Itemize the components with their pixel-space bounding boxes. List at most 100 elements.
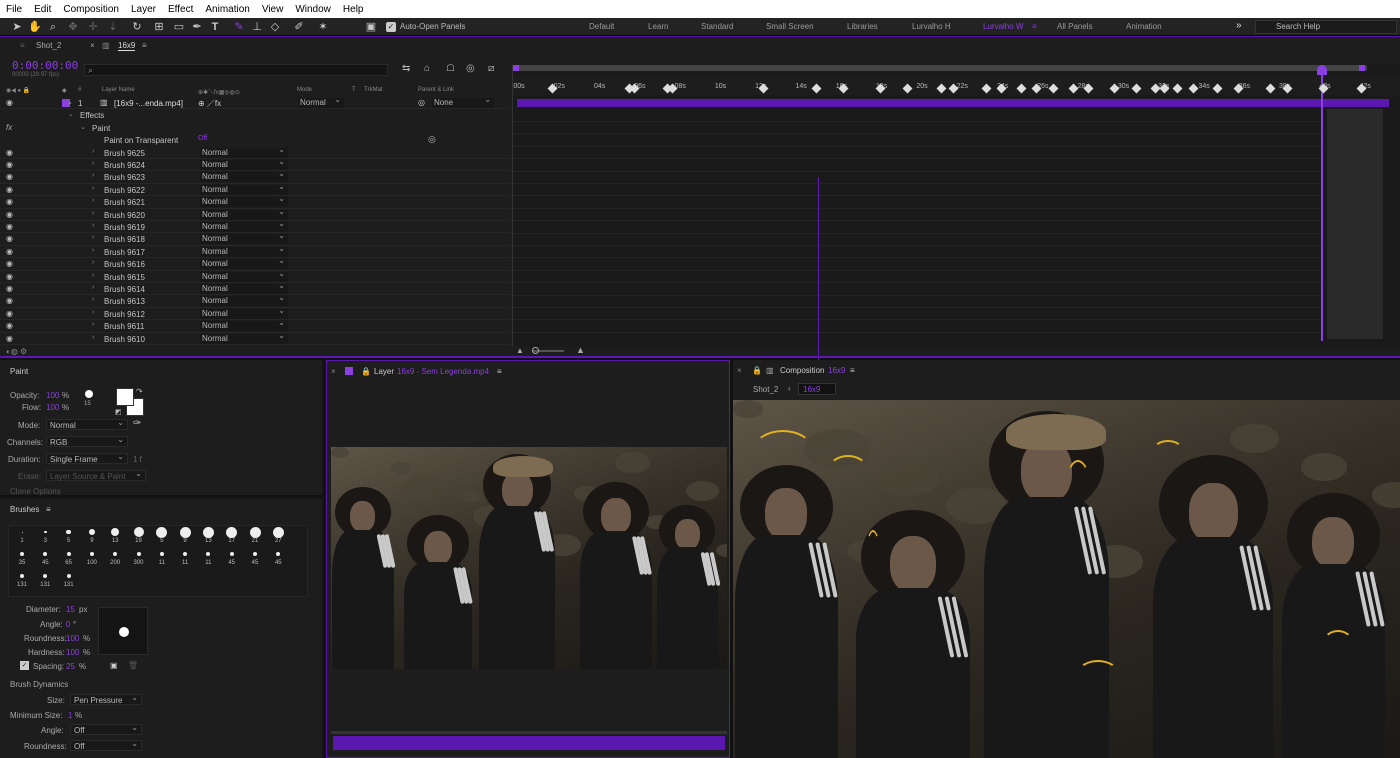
brush-name[interactable]: Brush 9611 xyxy=(104,322,144,331)
expand-icon[interactable]: › xyxy=(92,309,94,316)
brush-tip[interactable] xyxy=(66,552,71,556)
orbit-tool-icon[interactable]: ✥ xyxy=(66,20,80,34)
pen-tool-icon[interactable]: ✒ xyxy=(190,20,204,34)
brush-tool-icon[interactable]: ✎ xyxy=(232,20,246,34)
zoom-tool-icon[interactable]: ⌕ xyxy=(46,20,60,34)
brush-tip[interactable] xyxy=(156,526,168,538)
hand-tool-icon[interactable]: ✋ xyxy=(28,20,42,34)
brush-mode-dropdown[interactable]: Normal xyxy=(200,207,288,220)
brush-mode-dropdown[interactable]: Normal xyxy=(200,169,288,183)
minimum-size-value[interactable]: 1 xyxy=(68,711,72,720)
brush-mode-dropdown[interactable]: Normal xyxy=(200,281,288,294)
paint-stroke[interactable] xyxy=(1323,630,1353,655)
diameter-value[interactable]: 15 xyxy=(66,605,75,614)
current-time-indicator[interactable] xyxy=(1321,69,1323,341)
comp-panel-menu-icon[interactable]: ≡ xyxy=(850,366,855,375)
expand-icon[interactable]: › xyxy=(92,284,94,291)
brush-row[interactable]: ◉ › Brush 9613 Normal xyxy=(0,293,510,308)
brush-tip[interactable] xyxy=(179,526,191,538)
eraser-tool-icon[interactable]: ◇ xyxy=(268,20,282,34)
brush-preview-dot[interactable] xyxy=(85,390,93,398)
eye-icon[interactable]: ◉ xyxy=(6,148,15,157)
size-dropdown[interactable]: Pen Pressure xyxy=(70,692,142,705)
layer-time-bar[interactable] xyxy=(333,736,725,750)
paint-stroke[interactable] xyxy=(1063,460,1093,540)
rectangle-tool-icon[interactable]: ▭ xyxy=(172,20,186,34)
brushes-menu-icon[interactable]: ≡ xyxy=(46,505,51,514)
paint-stroke[interactable] xyxy=(863,530,883,630)
angle-value[interactable]: 0 xyxy=(66,620,70,629)
brush-tip[interactable] xyxy=(159,552,164,556)
brush-row[interactable]: ◉ › Brush 9615 Normal xyxy=(0,269,510,283)
workspace-standard[interactable]: Standard xyxy=(701,22,733,31)
zoom-out-icon[interactable]: ▲ xyxy=(516,346,524,355)
expand-icon[interactable]: ⌄ xyxy=(68,110,74,118)
menu-edit[interactable]: Edit xyxy=(28,4,57,15)
expand-icon[interactable]: › xyxy=(92,160,94,167)
brush-tip[interactable] xyxy=(111,527,120,537)
brush-row[interactable]: ◉ › Brush 9618 Normal xyxy=(0,231,510,246)
dynamics-angle-dropdown[interactable]: Off xyxy=(70,722,142,735)
brush-mode-dropdown[interactable]: Normal xyxy=(200,219,288,232)
zoom-slider-handle[interactable] xyxy=(532,347,539,354)
delete-brush-icon[interactable]: 🗑 xyxy=(128,661,138,670)
more-workspaces-icon[interactable]: » xyxy=(1236,20,1242,31)
brush-row[interactable]: ◉ › Brush 9617 Normal xyxy=(0,244,510,259)
eye-icon[interactable]: ◉ xyxy=(6,309,15,318)
brush-row[interactable]: ◉ › Brush 9624 Normal xyxy=(0,157,510,172)
layer-mode-dropdown[interactable]: Normal xyxy=(298,95,344,108)
brush-tip[interactable] xyxy=(276,552,281,556)
type-tool-icon[interactable]: T xyxy=(208,20,222,34)
brush-tip[interactable] xyxy=(43,552,48,556)
channels-dropdown[interactable]: RGB xyxy=(46,434,128,447)
expand-icon[interactable]: › xyxy=(92,247,94,254)
expand-icon[interactable]: › xyxy=(92,185,94,192)
tab-menu-icon[interactable]: ≡ xyxy=(142,41,147,50)
pickwhip-icon[interactable]: ◎ xyxy=(428,134,436,145)
eye-icon[interactable]: ◉ xyxy=(6,222,15,231)
brush-mode-dropdown[interactable]: Normal xyxy=(200,256,288,270)
paint-row[interactable]: fx ⌄ Paint xyxy=(0,122,510,134)
paint-stroke[interactable] xyxy=(753,430,813,470)
brush-mode-dropdown[interactable]: Normal xyxy=(200,318,288,332)
eye-icon[interactable]: ◉ xyxy=(6,185,15,194)
brush-name[interactable]: Brush 9624 xyxy=(104,161,145,170)
paint-stroke[interactable] xyxy=(1153,440,1183,460)
new-brush-icon[interactable]: ▣ xyxy=(110,661,118,670)
eye-icon[interactable]: ◉ xyxy=(6,247,15,256)
brush-name[interactable]: Brush 9610 xyxy=(104,335,145,344)
parent-dropdown[interactable]: None xyxy=(432,95,494,108)
brush-tip[interactable] xyxy=(133,527,144,537)
workspace-learn[interactable]: Learn xyxy=(648,22,668,31)
expand-icon[interactable]: › xyxy=(92,222,94,229)
expand-icon[interactable]: › xyxy=(92,259,94,266)
breadcrumb-shot-2[interactable]: Shot_2 xyxy=(753,385,778,394)
brush-mode-dropdown[interactable]: Normal xyxy=(200,194,288,208)
menu-file[interactable]: File xyxy=(0,4,28,15)
effects-row[interactable]: ⌄ Effects xyxy=(0,109,510,121)
search-help-input[interactable]: Search Help xyxy=(1255,20,1397,34)
brush-row[interactable]: ◉ › Brush 9619 Normal xyxy=(0,219,510,234)
layer-panel-menu-icon[interactable]: ≡ xyxy=(497,367,502,376)
brush-tip[interactable] xyxy=(202,526,214,538)
menu-window[interactable]: Window xyxy=(289,4,337,15)
brush-tip[interactable] xyxy=(229,552,234,556)
timeline-footer-icons[interactable]: ◐◍ ⚙ xyxy=(6,347,27,356)
draft-3d-icon[interactable]: ⌂ xyxy=(424,63,430,74)
expand-icon[interactable]: › xyxy=(92,172,94,179)
flow-value[interactable]: 100 xyxy=(46,403,59,412)
expand-icon[interactable]: › xyxy=(92,334,94,341)
paint-stroke[interactable] xyxy=(1078,660,1118,685)
brush-tip[interactable] xyxy=(43,530,47,534)
brush-name[interactable]: Brush 9625 xyxy=(104,149,145,158)
expand-icon[interactable]: › xyxy=(92,197,94,204)
eye-icon[interactable]: ◉ xyxy=(6,160,15,169)
layer-source-name[interactable]: 16x9 - Sem Legenda.mp4 xyxy=(397,367,489,376)
eye-icon[interactable]: ◉ xyxy=(6,321,15,330)
eye-icon[interactable]: ◉ xyxy=(6,272,15,281)
workspace-default[interactable]: Default xyxy=(589,22,614,31)
brush-tip[interactable] xyxy=(272,526,284,538)
brush-tip[interactable] xyxy=(21,531,23,533)
navigator-end-handle[interactable] xyxy=(1359,65,1365,71)
brush-name[interactable]: Brush 9615 xyxy=(104,273,145,282)
